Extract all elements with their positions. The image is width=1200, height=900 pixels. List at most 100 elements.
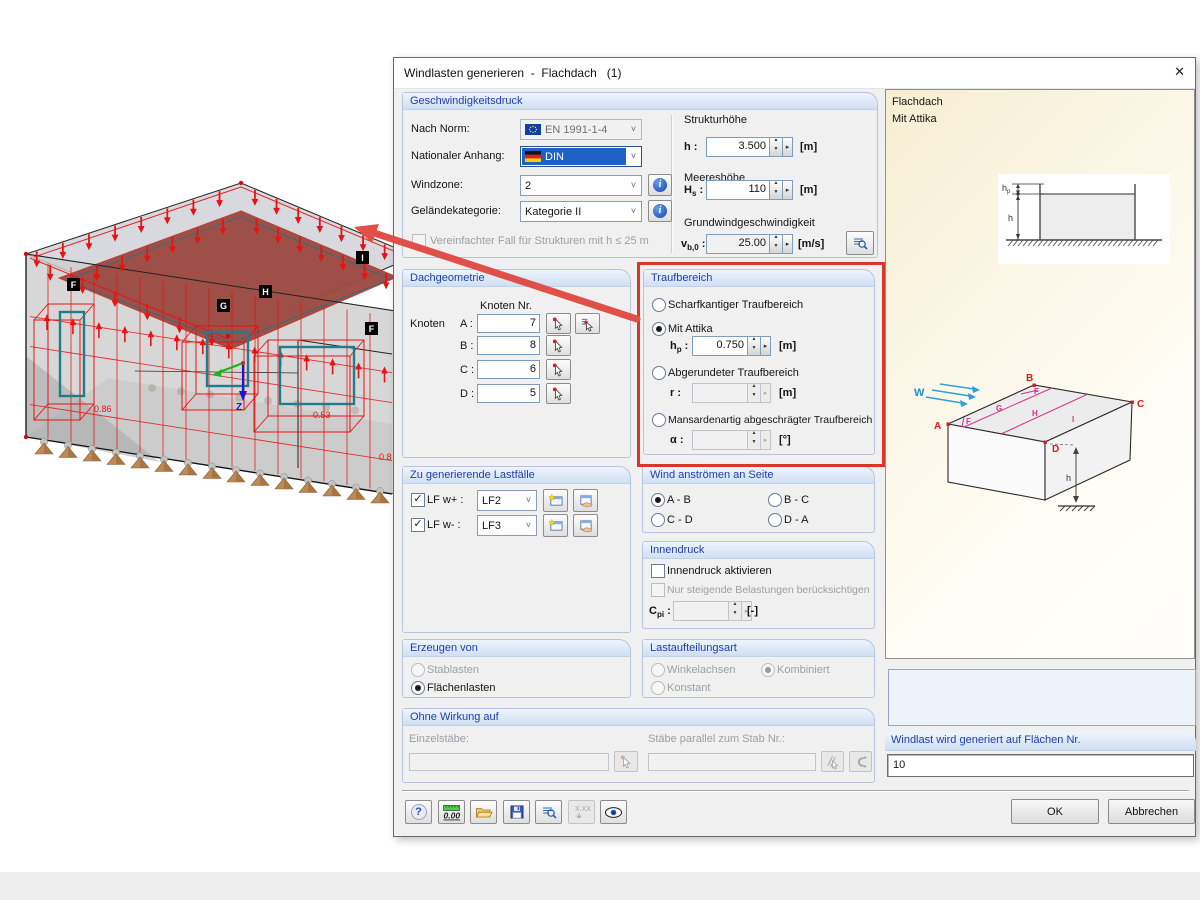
radio-mansard[interactable]: [652, 413, 666, 427]
knoten-c-input[interactable]: 6: [477, 360, 540, 379]
cpi-input[interactable]: [673, 601, 729, 621]
param-arrow-button[interactable]: ▸: [761, 383, 771, 403]
view-button[interactable]: [600, 800, 627, 824]
radio-stablasten[interactable]: [411, 663, 425, 677]
open-button[interactable]: [470, 800, 497, 824]
windzone-info-button[interactable]: i: [648, 174, 672, 196]
spinner-arrows[interactable]: ▲ ▼: [748, 383, 761, 403]
decimal-places-button[interactable]: X.XX: [568, 800, 595, 824]
param-arrow-button[interactable]: ▸: [761, 430, 771, 450]
radio-mansard-label[interactable]: Mansardenartig abgeschrägter Traufbereic…: [668, 414, 872, 427]
radio-mit-attika[interactable]: [652, 322, 666, 336]
spinner-arrows[interactable]: ▲ ▼: [770, 137, 783, 157]
radio-ab[interactable]: [651, 493, 665, 507]
spinner-arrows[interactable]: ▲ ▼: [748, 336, 761, 356]
units-button[interactable]: 0.00: [438, 800, 465, 824]
spinner-arrows[interactable]: ▲ ▼: [770, 180, 783, 200]
pick-node-a-button[interactable]: [546, 313, 571, 334]
innendruck-label[interactable]: Innendruck aktivieren: [667, 565, 772, 578]
vereinfacht-checkbox[interactable]: [412, 234, 426, 248]
result-surfaces-field[interactable]: 10: [887, 754, 1194, 777]
spinner-arrows[interactable]: ▲ ▼: [729, 601, 742, 621]
model-3d-view[interactable]: F G H I F 0.86 0.53 0.8 Z: [0, 0, 430, 560]
innendruck-checkbox[interactable]: [651, 564, 665, 578]
lf-wminus-edit-button[interactable]: [573, 514, 598, 537]
vb-details-button[interactable]: [846, 231, 874, 255]
norm-value: EN 1991-1-4: [545, 123, 608, 136]
magnifier-list-icon: [542, 807, 557, 819]
lf-wminus-checkbox[interactable]: ✓: [411, 518, 425, 532]
h-input[interactable]: 3.500: [706, 137, 770, 157]
pick-node-c-button[interactable]: [546, 359, 571, 380]
h-symbol: h :: [684, 141, 698, 153]
lf-wplus-checkbox[interactable]: ✓: [411, 493, 425, 507]
edit-loadcase-icon: [580, 520, 593, 533]
help-button[interactable]: ?: [405, 800, 432, 824]
gelaende-info-button[interactable]: i: [648, 200, 672, 222]
decimal-places-icon: X.XX: [575, 806, 591, 818]
r-symbol: r :: [670, 387, 681, 399]
radio-abgerundet-label[interactable]: Abgerundeter Traufbereich: [668, 367, 799, 380]
close-icon[interactable]: ✕: [1174, 64, 1185, 80]
parallel-input[interactable]: [648, 753, 816, 771]
anhang-combobox[interactable]: DIN ˅: [520, 146, 642, 167]
radio-konstant[interactable]: [651, 681, 665, 695]
param-arrow-button[interactable]: ▸: [783, 180, 793, 200]
param-arrow-button[interactable]: ▸: [783, 234, 793, 254]
radio-cd[interactable]: [651, 513, 665, 527]
pick-node-list-button[interactable]: [575, 313, 600, 334]
knoten-a-input[interactable]: 7: [477, 314, 540, 333]
windzone-combobox[interactable]: 2 ˅: [520, 175, 642, 196]
ok-button[interactable]: OK: [1011, 799, 1099, 824]
dialog-titlebar[interactable]: Windlasten generieren - Flachdach (1) ✕: [394, 58, 1195, 89]
einzelstaebe-input[interactable]: [409, 753, 609, 771]
radio-abgerundet[interactable]: [652, 366, 666, 380]
save-button[interactable]: [503, 800, 530, 824]
radio-mit-attika-label[interactable]: Mit Attika: [668, 323, 713, 336]
r-input[interactable]: [692, 383, 748, 403]
hs-input[interactable]: 110: [706, 180, 770, 200]
knoten-b-input[interactable]: 8: [477, 336, 540, 355]
radio-kombiniert[interactable]: [761, 663, 775, 677]
pick-node-b-button[interactable]: [546, 335, 571, 356]
knoten-d-input[interactable]: 5: [477, 384, 540, 403]
gelaende-combobox[interactable]: Kategorie II ˅: [520, 201, 642, 222]
radio-da-label[interactable]: D - A: [784, 514, 808, 527]
radio-ab-label[interactable]: A - B: [667, 494, 691, 507]
spinner-arrows[interactable]: ▲ ▼: [770, 234, 783, 254]
radio-bc[interactable]: [768, 493, 782, 507]
radio-winkelachsen[interactable]: [651, 663, 665, 677]
alpha-input[interactable]: [692, 430, 748, 450]
lf-wminus-combobox[interactable]: LF3 ˅: [477, 515, 537, 536]
radio-da[interactable]: [768, 513, 782, 527]
pick-parallel-button[interactable]: [821, 751, 844, 772]
vb-input[interactable]: 25.00: [706, 234, 770, 254]
hp-input[interactable]: 0.750: [692, 336, 748, 356]
radio-scharfkantig-label[interactable]: Scharfkantiger Traufbereich: [668, 299, 803, 312]
spinner-arrows[interactable]: ▲ ▼: [748, 430, 761, 450]
hp-symbol: hp :: [670, 340, 689, 355]
svg-text:Z: Z: [236, 402, 242, 413]
magnet-button[interactable]: [849, 751, 872, 772]
spin-down-icon: ▼: [773, 243, 779, 249]
radio-scharfkantig[interactable]: [652, 298, 666, 312]
radio-bc-label[interactable]: B - C: [784, 494, 809, 507]
lf-wplus-label[interactable]: LF w+ :: [427, 494, 463, 507]
lf-wminus-new-button[interactable]: [543, 514, 568, 537]
pick-staebe-button[interactable]: [614, 751, 638, 772]
lf-wminus-label[interactable]: LF w- :: [427, 519, 461, 532]
norm-combobox[interactable]: EN 1991-1-4 ˅: [520, 119, 642, 140]
lf-wplus-combobox[interactable]: LF2 ˅: [477, 490, 537, 511]
radio-flaechenlasten-label[interactable]: Flächenlasten: [427, 682, 496, 695]
param-arrow-button[interactable]: ▸: [783, 137, 793, 157]
cancel-button[interactable]: Abbrechen: [1108, 799, 1195, 824]
radio-cd-label[interactable]: C - D: [667, 514, 693, 527]
info-icon: i: [653, 178, 667, 192]
pick-node-d-button[interactable]: [546, 383, 571, 404]
lf-wplus-edit-button[interactable]: [573, 489, 598, 512]
steigende-checkbox[interactable]: [651, 583, 665, 597]
radio-flaechenlasten[interactable]: [411, 681, 425, 695]
lf-wplus-new-button[interactable]: [543, 489, 568, 512]
param-arrow-button[interactable]: ▸: [761, 336, 771, 356]
details-button[interactable]: [535, 800, 562, 824]
